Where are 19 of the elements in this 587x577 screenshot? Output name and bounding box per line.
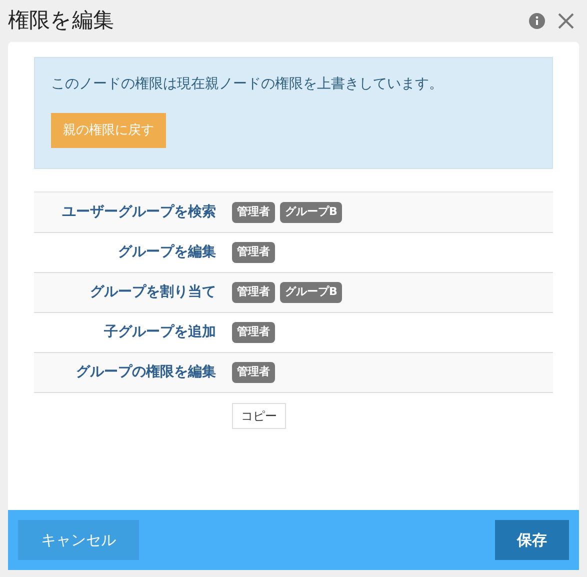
group-tag: 管理者 (232, 362, 275, 383)
copy-button[interactable]: コピー (232, 403, 286, 429)
group-tag: グループB (280, 282, 342, 303)
group-tag: 管理者 (232, 202, 275, 223)
group-tag: グループB (280, 202, 342, 223)
permission-name: グループの権限を編集 (75, 363, 216, 382)
permission-name: グループを編集 (117, 243, 216, 262)
save-button[interactable]: 保存 (495, 520, 569, 560)
group-tag: 管理者 (232, 282, 275, 303)
permission-name: ユーザーグループを検索 (61, 203, 216, 222)
permission-name: 子グループを追加 (103, 323, 216, 342)
permission-name: グループを割り当て (89, 283, 216, 302)
info-icon[interactable] (529, 13, 545, 29)
close-icon[interactable] (557, 12, 575, 30)
cancel-button[interactable]: キャンセル (18, 520, 139, 560)
window-title: 権限を編集 (8, 7, 114, 34)
group-tag: 管理者 (232, 322, 275, 343)
group-tag: 管理者 (232, 242, 275, 263)
notice-message: このノードの権限は現在親ノードの権限を上書きしています。 (51, 75, 444, 94)
